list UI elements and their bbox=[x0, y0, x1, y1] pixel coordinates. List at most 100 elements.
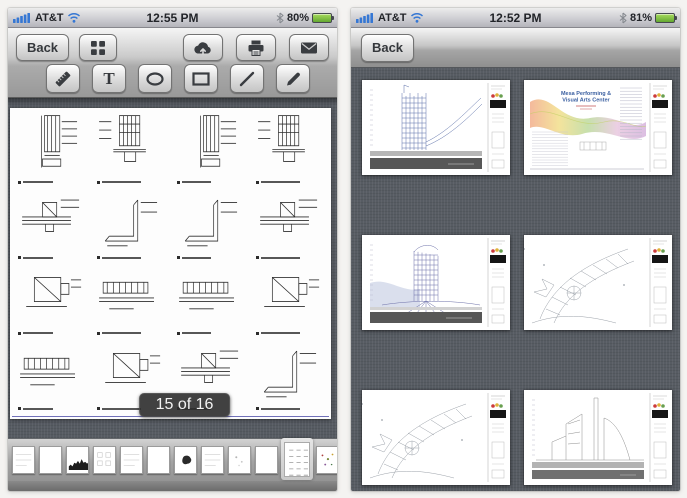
status-left-cluster: AT&T bbox=[356, 12, 424, 24]
detail-drawing bbox=[22, 199, 80, 232]
pencil-icon bbox=[287, 72, 300, 85]
page-thumbnail-preview bbox=[256, 447, 277, 473]
back-button[interactable]: Back bbox=[16, 34, 69, 61]
detail-caption bbox=[14, 180, 89, 185]
detail-drawing bbox=[26, 277, 82, 307]
detail-cell bbox=[12, 338, 91, 414]
page-thumbnail-preview bbox=[68, 459, 88, 471]
detail-cell bbox=[12, 111, 91, 187]
title-sheet[interactable]: Mesa Performing & Visual Arts Center bbox=[524, 80, 672, 175]
page-thumbnail[interactable] bbox=[147, 446, 170, 474]
page-thumbnail[interactable] bbox=[284, 441, 310, 477]
detail-caption bbox=[173, 180, 248, 185]
sheet-drawing bbox=[362, 390, 510, 485]
page-thumbnail[interactable] bbox=[201, 446, 224, 474]
sheet-drawing bbox=[524, 390, 672, 485]
building-section-sheet[interactable] bbox=[362, 80, 510, 175]
sheet-browser-area: Mesa Performing & Visual Arts Center bbox=[351, 68, 680, 491]
email-button[interactable] bbox=[289, 34, 329, 61]
cloud-upload-icon bbox=[194, 41, 211, 55]
page-thumbnail-preview bbox=[204, 454, 221, 466]
detail-drawing bbox=[263, 350, 316, 397]
page-thumbnail[interactable] bbox=[255, 446, 278, 474]
page-thumbnail-preview bbox=[289, 449, 308, 476]
page-thumbnail[interactable] bbox=[228, 446, 251, 474]
page-thumbnail[interactable] bbox=[120, 446, 143, 474]
bluetooth-icon bbox=[619, 12, 627, 23]
detail-caption bbox=[252, 406, 327, 411]
carrier-label: AT&T bbox=[35, 11, 64, 24]
text-tool-button[interactable]: T bbox=[92, 64, 126, 93]
back-button-label: Back bbox=[371, 40, 404, 55]
thumbnail-strip-footer bbox=[8, 481, 337, 491]
page-thumbnail[interactable] bbox=[66, 446, 89, 474]
sheet-drawing bbox=[362, 235, 510, 330]
site-plan-sheet[interactable] bbox=[524, 235, 672, 330]
toolbar-drop-shadow bbox=[8, 98, 337, 105]
building-elevation-sheet[interactable] bbox=[524, 390, 672, 485]
detail-caption bbox=[252, 255, 327, 260]
document-page-grid bbox=[12, 111, 329, 413]
battery-icon bbox=[655, 12, 677, 23]
page-thumbnail-strip[interactable] bbox=[8, 438, 337, 481]
ellipse-icon bbox=[146, 71, 164, 86]
line-icon bbox=[239, 71, 255, 86]
page-thumbnail[interactable] bbox=[93, 446, 116, 474]
pages-grid-button[interactable] bbox=[79, 34, 117, 61]
detail-cell bbox=[171, 111, 250, 187]
printer-icon bbox=[248, 40, 264, 56]
sheet-drawing bbox=[362, 80, 510, 175]
ellipse-tool-button[interactable] bbox=[138, 64, 172, 93]
detail-drawing bbox=[184, 199, 237, 246]
wifi-icon bbox=[410, 13, 423, 23]
detail-drawing bbox=[20, 357, 76, 385]
signal-strength-icon bbox=[356, 13, 373, 23]
status-bar: AT&T 12:52 PM 81% bbox=[351, 8, 680, 28]
document-view-area: 15 of 16 bbox=[8, 98, 337, 438]
right-thumbnail-browser-screen: AT&T 12:52 PM 81% Back Mesa Performing &… bbox=[351, 8, 680, 491]
detail-caption bbox=[93, 180, 168, 185]
grid-icon bbox=[91, 40, 105, 55]
line-tool-button[interactable] bbox=[230, 64, 264, 93]
detail-drawing bbox=[257, 115, 305, 162]
page-thumbnail[interactable] bbox=[316, 446, 337, 474]
page-thumbnail-preview bbox=[97, 452, 111, 466]
rectangle-tool-button[interactable] bbox=[184, 64, 218, 93]
battery-percent-label: 81% bbox=[629, 11, 652, 24]
detail-cell bbox=[250, 262, 329, 338]
detail-caption bbox=[14, 331, 89, 336]
detail-caption bbox=[173, 331, 248, 336]
selected-page-thumbnail-panel[interactable] bbox=[281, 438, 313, 480]
detail-cell bbox=[250, 111, 329, 187]
detail-drawing bbox=[199, 115, 236, 168]
cloud-upload-button[interactable] bbox=[183, 34, 223, 61]
detail-caption bbox=[93, 331, 168, 336]
site-plan-sheet-2[interactable] bbox=[362, 390, 510, 485]
back-button[interactable]: Back bbox=[361, 33, 414, 62]
page-thumbnail[interactable] bbox=[12, 446, 35, 474]
page-thumbnail-preview bbox=[123, 454, 140, 466]
detail-drawing bbox=[41, 115, 78, 168]
status-left-cluster: AT&T bbox=[13, 12, 81, 24]
carrier-label: AT&T bbox=[378, 11, 407, 24]
svg-text:Visual Arts Center: Visual Arts Center bbox=[562, 98, 610, 104]
page-indicator-badge: 15 of 16 bbox=[138, 393, 231, 417]
detail-cell bbox=[91, 111, 170, 187]
status-right-cluster: 81% bbox=[619, 11, 677, 24]
battery-percent-label: 80% bbox=[286, 11, 309, 24]
page-thumbnail[interactable] bbox=[39, 446, 62, 474]
ruler-icon bbox=[55, 71, 71, 86]
print-button[interactable] bbox=[236, 34, 276, 61]
building-section-sheet-2[interactable] bbox=[362, 235, 510, 330]
document-page[interactable] bbox=[10, 108, 331, 419]
pencil-tool-button[interactable] bbox=[276, 64, 310, 93]
page-thumbnail[interactable] bbox=[174, 446, 197, 474]
ruler-tool-button[interactable] bbox=[46, 64, 80, 93]
detail-caption bbox=[14, 406, 89, 411]
sheet-thumbnail-grid: Mesa Performing & Visual Arts Center bbox=[362, 80, 672, 485]
detail-cell bbox=[171, 262, 250, 338]
toolbar-row-tools: T bbox=[16, 63, 329, 94]
detail-drawing bbox=[259, 199, 317, 232]
svg-text:Mesa Performing &: Mesa Performing & bbox=[561, 91, 611, 97]
detail-caption bbox=[14, 255, 89, 260]
